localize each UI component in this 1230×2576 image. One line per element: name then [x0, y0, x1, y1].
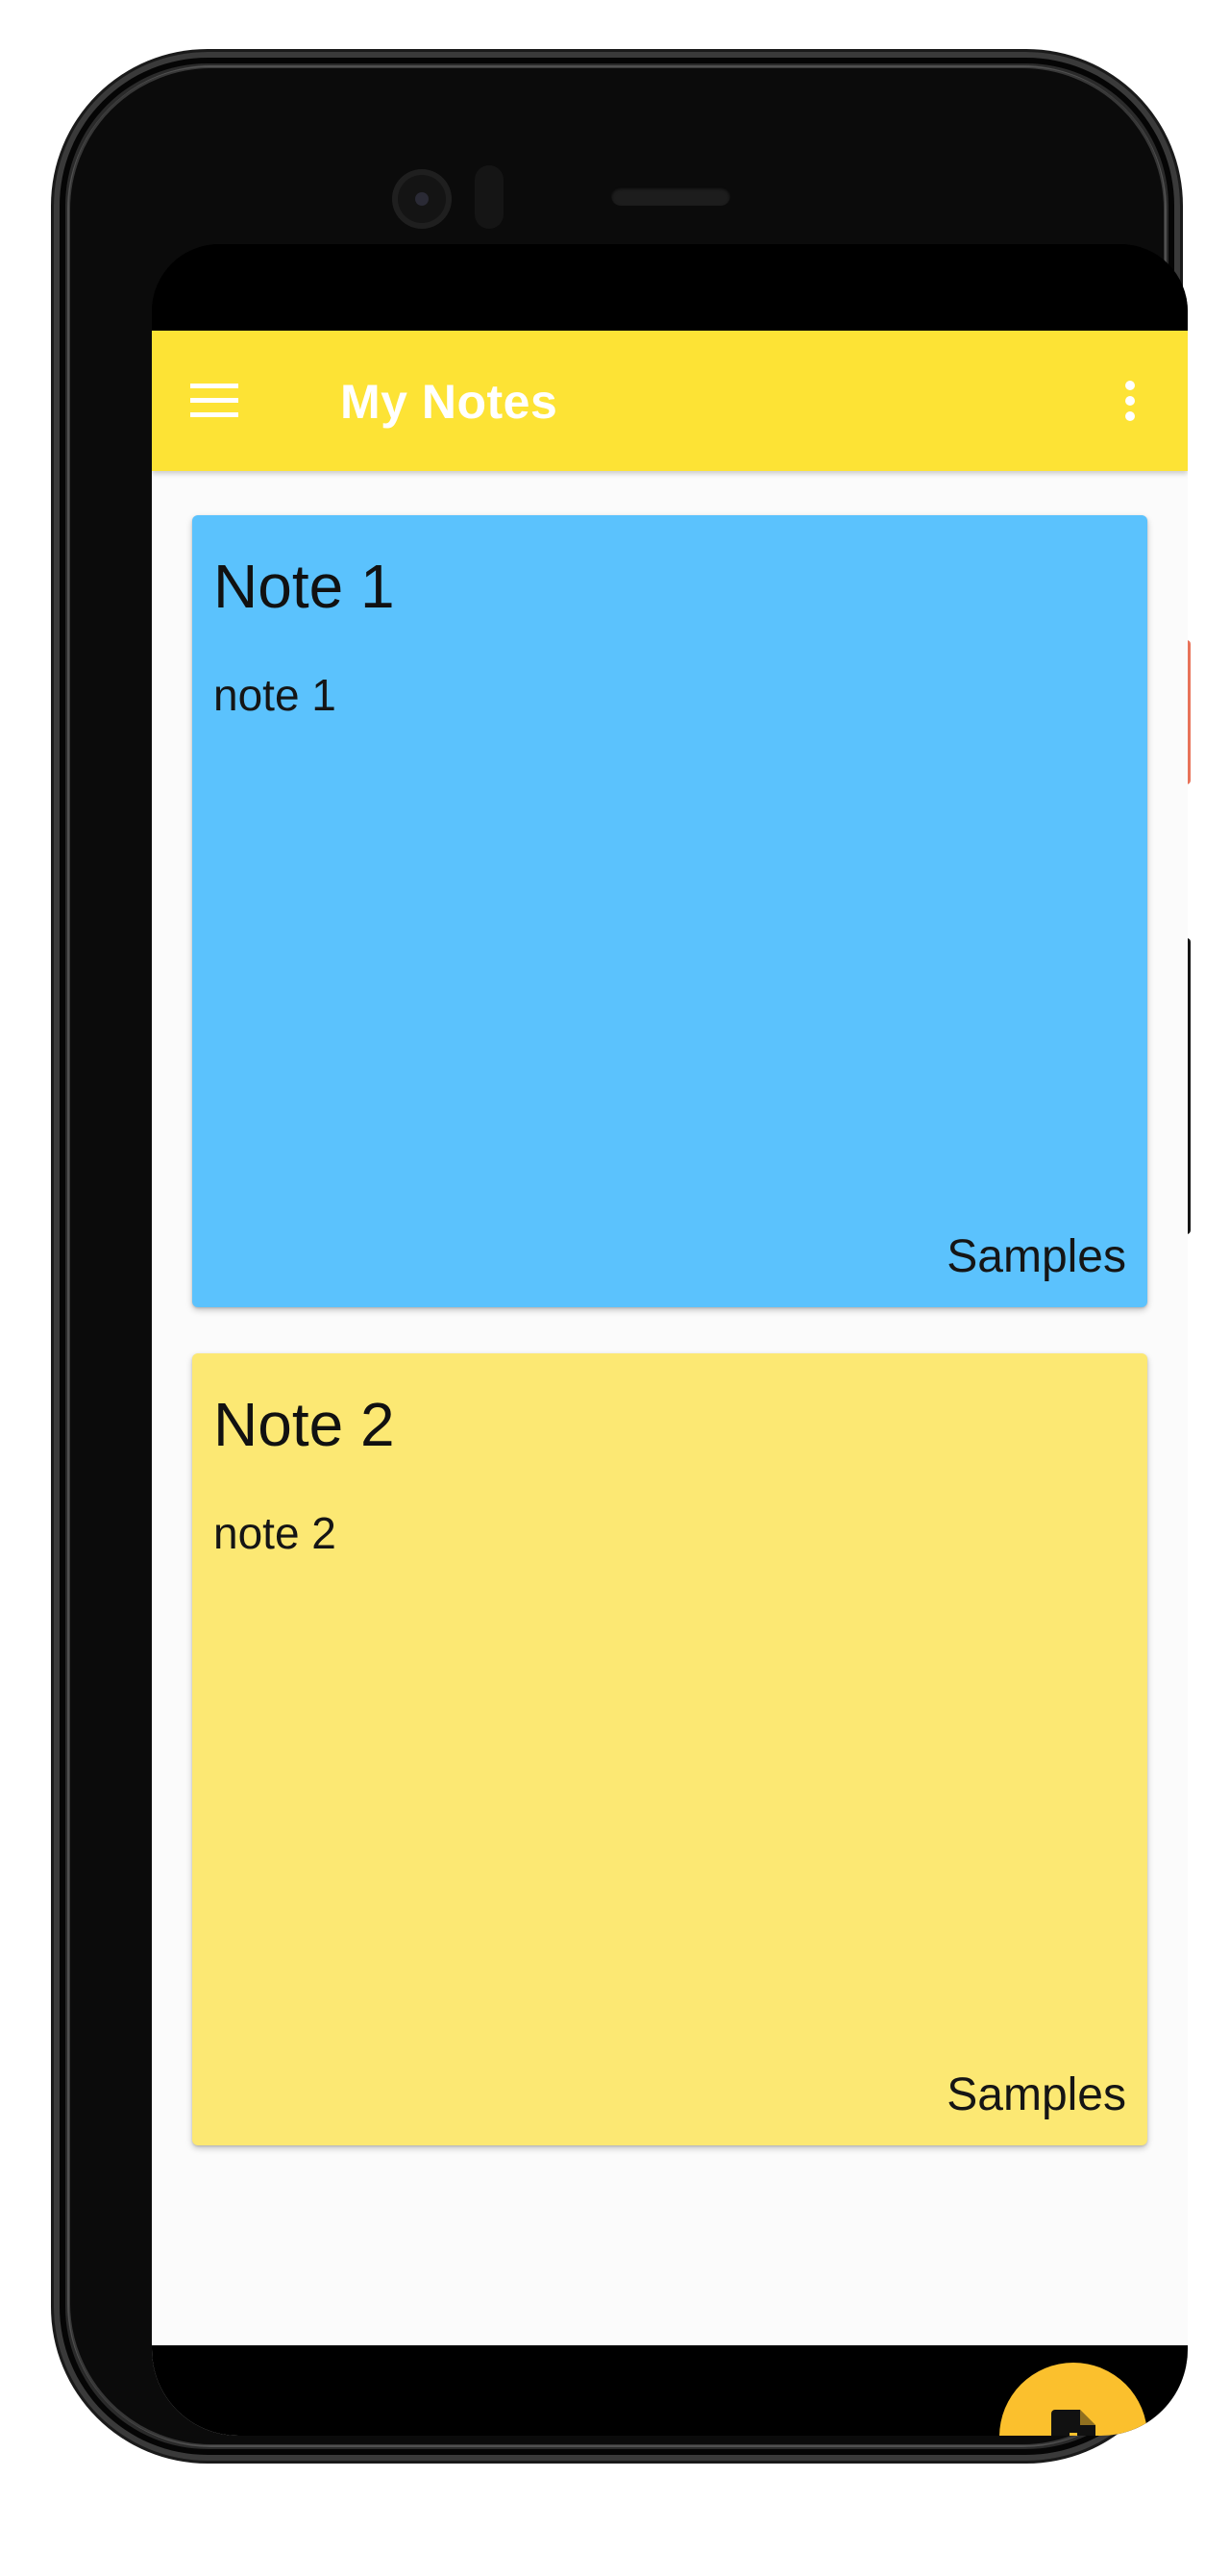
note-tag: Samples	[947, 2069, 1126, 2120]
notes-list: Note 1 note 1 Samples Note 2 note 2 Samp…	[152, 471, 1188, 2436]
hamburger-menu-icon[interactable]	[181, 367, 248, 434]
add-note-icon	[1051, 2410, 1095, 2436]
app-bar: My Notes	[152, 331, 1188, 471]
app-title: My Notes	[340, 375, 558, 429]
note-title: Note 1	[213, 552, 395, 621]
earpiece-speaker-icon	[611, 186, 730, 206]
front-camera-icon	[392, 169, 452, 229]
more-vert-icon[interactable]	[1101, 365, 1159, 436]
note-body: note 2	[213, 1508, 336, 1558]
note-tag: Samples	[947, 1231, 1126, 1282]
phone-screen: My Notes Note 1 note 1 Samples Note 2 no…	[152, 244, 1188, 2436]
note-body: note 1	[213, 670, 336, 720]
note-card[interactable]: Note 2 note 2 Samples	[192, 1353, 1147, 2145]
phone-body: My Notes Note 1 note 1 Samples Note 2 no…	[54, 52, 1188, 2461]
device-frame-stage: My Notes Note 1 note 1 Samples Note 2 no…	[0, 0, 1230, 2576]
proximity-sensor-icon	[475, 165, 504, 229]
status-bar	[152, 244, 1188, 331]
note-card[interactable]: Note 1 note 1 Samples	[192, 515, 1147, 1307]
note-title: Note 2	[213, 1390, 395, 1459]
